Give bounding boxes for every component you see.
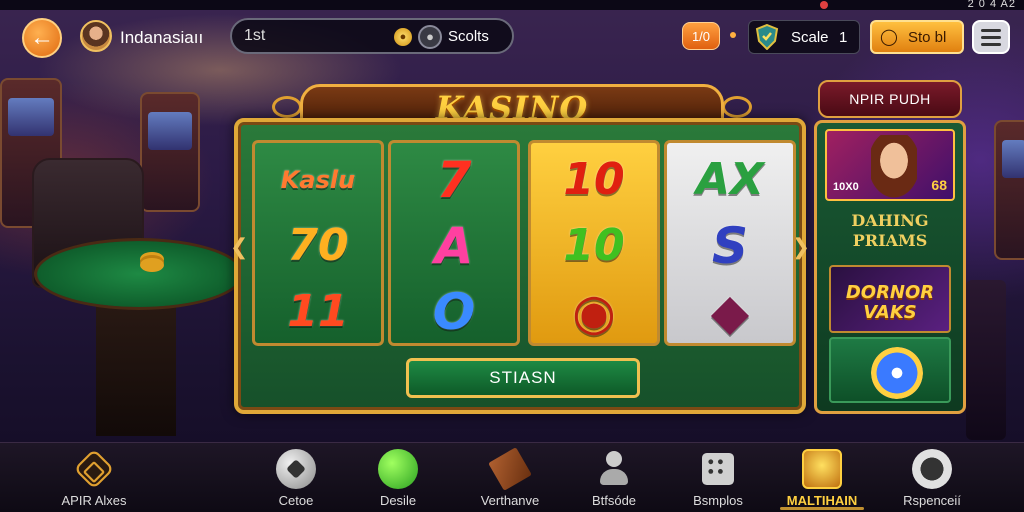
ring-icon xyxy=(912,449,952,489)
reel-symbol: 70 xyxy=(287,220,349,271)
promo-title: DAHING PRIAMS xyxy=(817,211,963,251)
scale-label: Scale xyxy=(791,29,829,46)
nav-item-verthanve[interactable]: Verthanve xyxy=(450,443,570,512)
disc-icon xyxy=(863,339,931,407)
reel-symbol: S xyxy=(711,217,748,275)
background-slot-machine xyxy=(140,92,200,212)
avatar[interactable] xyxy=(80,20,112,52)
promo-panel: 10X0 68 DAHING PRIAMS DORNOR VAKS xyxy=(814,120,966,414)
nav-item-btfsode[interactable]: Btfsóde xyxy=(554,443,674,512)
promo-title-line1: DAHING xyxy=(851,211,929,230)
nav-item-maltihain[interactable]: MALTIHAIN xyxy=(762,443,882,512)
nav-label: MALTIHAIN xyxy=(786,493,858,508)
menu-button[interactable] xyxy=(972,20,1010,54)
nav-label: Verthanve xyxy=(480,493,540,508)
back-arrow-icon: ← xyxy=(30,24,54,51)
promo-card-line1: DORNOR xyxy=(845,282,935,303)
reel-symbol: Kaslu xyxy=(280,166,356,194)
reel-3: 10 10 ◉ xyxy=(528,140,660,346)
promo-header[interactable]: NPIR PUDH xyxy=(818,80,962,118)
nav-item-bsmplos[interactable]: Bsmplos xyxy=(658,443,778,512)
shield-icon xyxy=(755,24,779,50)
spin-button[interactable]: STIASN xyxy=(406,358,640,398)
background-poker-table xyxy=(34,238,244,310)
menu-icon xyxy=(981,28,1001,32)
reel-symbol: 7 xyxy=(436,151,472,209)
promo-card-featured[interactable]: 10X0 68 xyxy=(825,129,955,201)
nav-label: APIR Alxes xyxy=(61,493,127,508)
person-icon xyxy=(594,449,634,489)
reel-2: 7 AO xyxy=(388,140,520,346)
currency-label: Scolts xyxy=(448,28,489,45)
coin-icon: ● xyxy=(394,28,412,46)
coin-icon: ◯ xyxy=(880,29,898,46)
bottom-nav: APIR Alxes Cetoe Desile Verthanve Btfsód… xyxy=(0,442,1024,512)
promo-card-bonus[interactable] xyxy=(829,337,951,407)
reel-symbol: 10 xyxy=(563,154,625,205)
nav-item-rspencei[interactable]: Rspenceií xyxy=(872,443,992,512)
active-indicator xyxy=(780,507,864,510)
green-orb-icon xyxy=(378,449,418,489)
ornament-right xyxy=(722,96,752,118)
slot-machine: ❮ ❯ Kaslu 70 11 7AO 10 10 ◉ AX S ◆ STIASN xyxy=(230,118,810,414)
nav-label: Bsmplos xyxy=(693,493,743,508)
dice-icon xyxy=(702,453,734,485)
promo-card-game[interactable]: DORNOR VAKS xyxy=(829,265,951,333)
token-icon: ● xyxy=(418,25,442,49)
reel-symbol: ◉ xyxy=(572,283,616,341)
search-input[interactable]: 1st ● ● Scolts xyxy=(230,18,514,54)
ball-icon xyxy=(276,449,316,489)
home-icon xyxy=(73,448,115,490)
promo-card-right-text: 68 xyxy=(931,177,947,193)
nav-label: Btfsóde xyxy=(591,493,637,508)
promo-card-left-text: 10X0 xyxy=(833,181,859,193)
level-badge[interactable]: 1/0 xyxy=(682,22,720,50)
scale-value: 1 xyxy=(839,29,848,46)
promo-title-line2: PRIAMS xyxy=(852,231,928,250)
reel-symbol: AX xyxy=(696,154,764,205)
reel-symbol: ◆ xyxy=(710,283,750,341)
host-portrait-icon xyxy=(871,135,917,199)
background-slot-machine xyxy=(994,120,1024,260)
reel-4: AX S ◆ xyxy=(664,140,796,346)
nav-item-home[interactable]: APIR Alxes xyxy=(34,443,154,512)
reel-symbol: 10 xyxy=(563,220,625,271)
reel-1: Kaslu 70 11 xyxy=(252,140,384,346)
nav-label: Rspenceií xyxy=(903,493,961,508)
ornament-left xyxy=(272,96,302,118)
nav-item-desile[interactable]: Desile xyxy=(338,443,458,512)
top-bar: ← Indanasiaıı 1st ● ● Scolts 1/0 Scale 1… xyxy=(0,0,1024,64)
scale-indicator[interactable]: Scale 1 xyxy=(748,20,860,54)
player-name: Indanasiaıı xyxy=(120,28,204,47)
store-button[interactable]: ◯ Sto bl xyxy=(870,20,964,54)
promo-card-line2: VAKS xyxy=(863,302,917,323)
search-value: 1st xyxy=(244,27,266,44)
reel-symbol: O xyxy=(432,283,476,341)
indicator-dot-icon xyxy=(730,32,736,38)
background-chip-stack xyxy=(140,258,164,272)
store-button-label: Sto bl xyxy=(908,29,947,46)
box-icon xyxy=(488,447,532,491)
back-button[interactable]: ← xyxy=(22,18,62,58)
reel-symbol: A xyxy=(434,217,474,275)
reel-symbol: 11 xyxy=(287,286,349,337)
nav-label: Desile xyxy=(379,493,417,508)
background-table-base xyxy=(96,296,176,436)
trophy-icon xyxy=(802,449,842,489)
background-stool xyxy=(966,280,1006,440)
chevron-left-icon[interactable]: ❮ xyxy=(230,234,248,260)
